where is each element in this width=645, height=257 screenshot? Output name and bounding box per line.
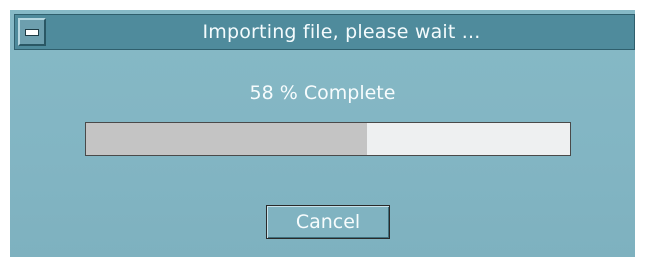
progress-bar (85, 122, 571, 156)
window-title: Importing file, please wait ... (202, 21, 481, 43)
title-bar[interactable]: Importing file, please wait ... (14, 14, 635, 50)
cancel-button[interactable]: Cancel (266, 205, 390, 239)
progress-bar-fill (86, 123, 367, 155)
system-menu-bar-glyph (25, 29, 39, 36)
import-progress-dialog: Importing file, please wait ... 58 % Com… (8, 8, 637, 257)
progress-status-text: 58 % Complete (249, 82, 396, 104)
system-menu-icon[interactable] (18, 18, 46, 46)
